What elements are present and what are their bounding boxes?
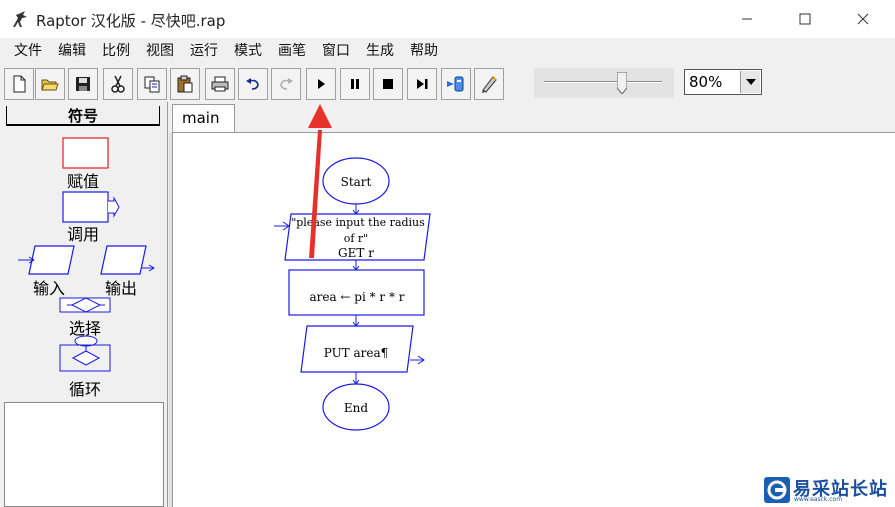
assignment-label: area ← pi * r * r (309, 290, 404, 304)
start-label: Start (341, 175, 372, 189)
watermark-logo-icon (764, 477, 790, 503)
watermark: 易采站长站 www.easck.com (760, 474, 895, 507)
flowchart: Start "please input the radius of r" GET… (274, 104, 431, 431)
watermark-sub: www.easck.com (794, 496, 843, 503)
input-get-label: GET r (338, 246, 374, 260)
end-label: End (344, 401, 368, 415)
raptor-window: Raptor 汉化版 - 尽快吧.rap 文件 编辑 比例 视图 运行 模式 画… (0, 0, 895, 507)
input-prompt-line2: of r" (344, 232, 369, 245)
output-label: PUT area¶ (324, 346, 389, 360)
